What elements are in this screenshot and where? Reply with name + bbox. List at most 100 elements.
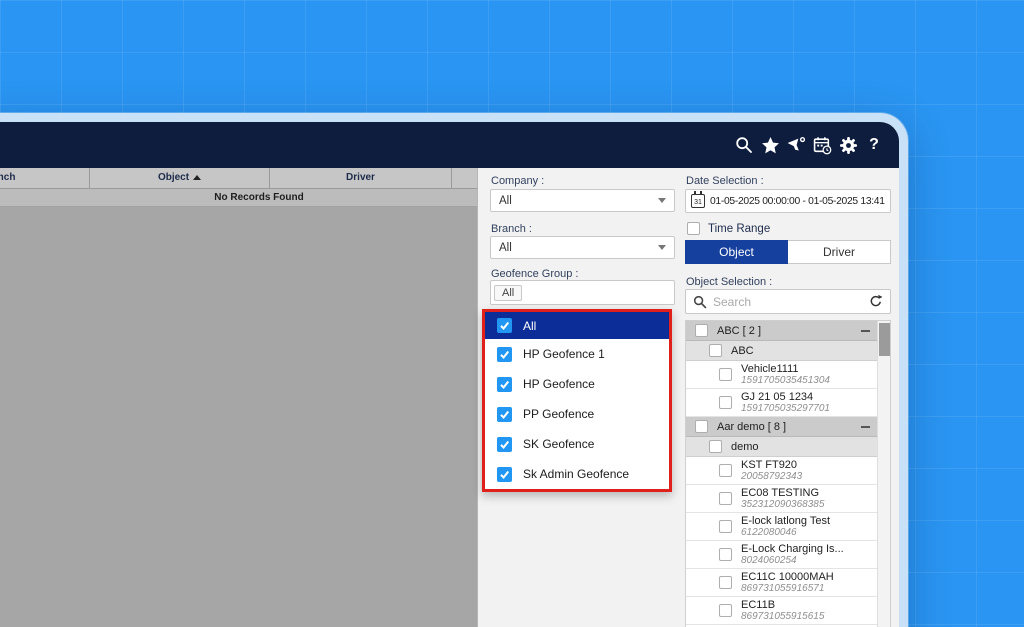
sort-ascending-icon: [193, 175, 201, 180]
tree-item-row[interactable]: E-Lock Charging Is... 8024060254: [686, 541, 879, 569]
object-tree-list: ABC [ 2 ] ABC Vehicle1111 15917050354513: [685, 320, 891, 627]
column-header-branch[interactable]: Branch: [0, 168, 90, 188]
filter-icon[interactable]: [786, 135, 806, 155]
tab-driver[interactable]: Driver: [788, 240, 891, 264]
checkbox-checked[interactable]: [497, 377, 512, 392]
check-icon: [499, 469, 510, 480]
checkbox-unchecked[interactable]: [695, 324, 708, 337]
object-search-box: [685, 289, 891, 314]
object-id: 1591705035451304: [741, 375, 830, 387]
object-id: 1591705035297701: [741, 403, 830, 415]
object-tree: ABC [ 2 ] ABC Vehicle1111 15917050354513: [686, 321, 879, 625]
geofence-option-label: SK Geofence: [523, 437, 594, 451]
object-id: 352312090368385: [741, 499, 824, 511]
geofence-option-all[interactable]: All: [485, 312, 669, 339]
calendar-icon: 31: [691, 194, 705, 208]
star-icon[interactable]: [760, 135, 780, 155]
geofence-option[interactable]: Sk Admin Geofence: [485, 459, 669, 489]
checkbox-unchecked[interactable]: [719, 396, 732, 409]
tree-item-row[interactable]: EC11C 10000MAH 869731055916571: [686, 569, 879, 597]
geofence-option[interactable]: HP Geofence 1: [485, 339, 669, 369]
column-header-driver[interactable]: Driver: [270, 168, 452, 188]
object-search-input[interactable]: [713, 295, 862, 309]
tree-subgroup-row[interactable]: ABC: [686, 341, 879, 361]
help-icon[interactable]: ?: [864, 135, 884, 155]
checkbox-unchecked[interactable]: [709, 440, 722, 453]
search-icon-glyph: [735, 136, 753, 154]
checkbox-checked[interactable]: [497, 347, 512, 362]
object-driver-tabs: Object Driver: [685, 240, 891, 264]
help-icon-glyph: ?: [869, 136, 879, 154]
collapse-minus-icon[interactable]: [861, 330, 870, 332]
tree-subgroup-row[interactable]: demo: [686, 437, 879, 457]
chevron-down-icon: [658, 198, 666, 203]
tree-item-row[interactable]: EC11B 869731055915615: [686, 597, 879, 625]
checkbox-unchecked[interactable]: [719, 548, 732, 561]
tree-item-row[interactable]: Vehicle1111 1591705035451304: [686, 361, 879, 389]
geofence-option-label: HP Geofence 1: [523, 347, 605, 361]
tree-item-row[interactable]: GJ 21 05 1234 1591705035297701: [686, 389, 879, 417]
column-header-object-label: Object: [158, 172, 189, 183]
object-id: 20058792343: [741, 471, 802, 483]
scrollbar-thumb[interactable]: [879, 323, 890, 356]
checkbox-checked[interactable]: [497, 407, 512, 422]
checkbox-unchecked[interactable]: [719, 368, 732, 381]
object-id: 869731055916571: [741, 583, 834, 595]
column-header-driver-label: Driver: [346, 172, 375, 183]
geofence-option[interactable]: PP Geofence: [485, 399, 669, 429]
calendar-clock-icon[interactable]: [812, 135, 832, 155]
tree-group-row[interactable]: ABC [ 2 ]: [686, 321, 879, 341]
checkbox-checked[interactable]: [497, 467, 512, 482]
titlebar-icons: ?: [734, 122, 884, 168]
geofence-selected-tag[interactable]: All: [494, 285, 522, 301]
tree-item-row[interactable]: EC08 TESTING 352312090368385: [686, 485, 879, 513]
geofence-option[interactable]: HP Geofence: [485, 369, 669, 399]
geofence-option-label: PP Geofence: [523, 407, 594, 421]
checkbox-unchecked[interactable]: [719, 520, 732, 533]
tree-item-row[interactable]: E-lock latlong Test 6122080046: [686, 513, 879, 541]
check-icon: [499, 320, 510, 331]
checkbox-unchecked[interactable]: [709, 344, 722, 357]
geofence-option-label: HP Geofence: [523, 377, 595, 391]
search-icon: [693, 295, 707, 309]
date-selection-label: Date Selection :: [686, 175, 764, 187]
time-range-label: Time Range: [708, 223, 770, 235]
date-range-input[interactable]: 31 01-05-2025 00:00:00 - 01-05-2025 13:4…: [685, 189, 891, 213]
geofence-group-input[interactable]: All: [490, 280, 675, 305]
subgroup-label: ABC: [731, 345, 754, 357]
group-label: ABC [ 2 ]: [717, 325, 761, 337]
collapse-minus-icon[interactable]: [861, 426, 870, 428]
tab-object[interactable]: Object: [685, 240, 788, 264]
branch-label: Branch :: [491, 223, 532, 235]
list-scrollbar[interactable]: [877, 321, 890, 627]
branch-select[interactable]: All: [490, 236, 675, 259]
gear-icon[interactable]: [838, 135, 858, 155]
column-header-object[interactable]: Object: [90, 168, 270, 188]
object-id: 6122080046: [741, 527, 830, 539]
object-name: E-lock latlong Test: [741, 515, 830, 528]
checkbox-unchecked[interactable]: [719, 576, 732, 589]
checkbox-unchecked[interactable]: [719, 604, 732, 617]
refresh-icon[interactable]: [868, 294, 883, 309]
geofence-group-label: Geofence Group :: [491, 268, 578, 280]
tree-group-row[interactable]: Aar demo [ 8 ]: [686, 417, 879, 437]
checkbox-unchecked[interactable]: [719, 464, 732, 477]
desktop-background: ? Branch Object Driver: [0, 0, 1024, 627]
checkbox-checked[interactable]: [497, 437, 512, 452]
tree-item-row[interactable]: KST FT920 20058792343: [686, 457, 879, 485]
object-id: 869731055915615: [741, 611, 824, 623]
checkbox-unchecked[interactable]: [687, 222, 700, 235]
checkbox-unchecked[interactable]: [695, 420, 708, 433]
time-range-checkbox-row[interactable]: Time Range: [687, 222, 770, 235]
chevron-down-icon: [658, 245, 666, 250]
geofence-option[interactable]: SK Geofence: [485, 429, 669, 459]
company-select-value: All: [499, 195, 512, 207]
filter-icon-glyph: [787, 136, 806, 155]
search-icon[interactable]: [734, 135, 754, 155]
company-select[interactable]: All: [490, 189, 675, 212]
report-table-area: Branch Object Driver No Records Found: [0, 168, 477, 627]
checkbox-checked[interactable]: [497, 318, 512, 333]
checkbox-unchecked[interactable]: [719, 492, 732, 505]
column-header-extra: [452, 168, 477, 188]
check-icon: [499, 439, 510, 450]
